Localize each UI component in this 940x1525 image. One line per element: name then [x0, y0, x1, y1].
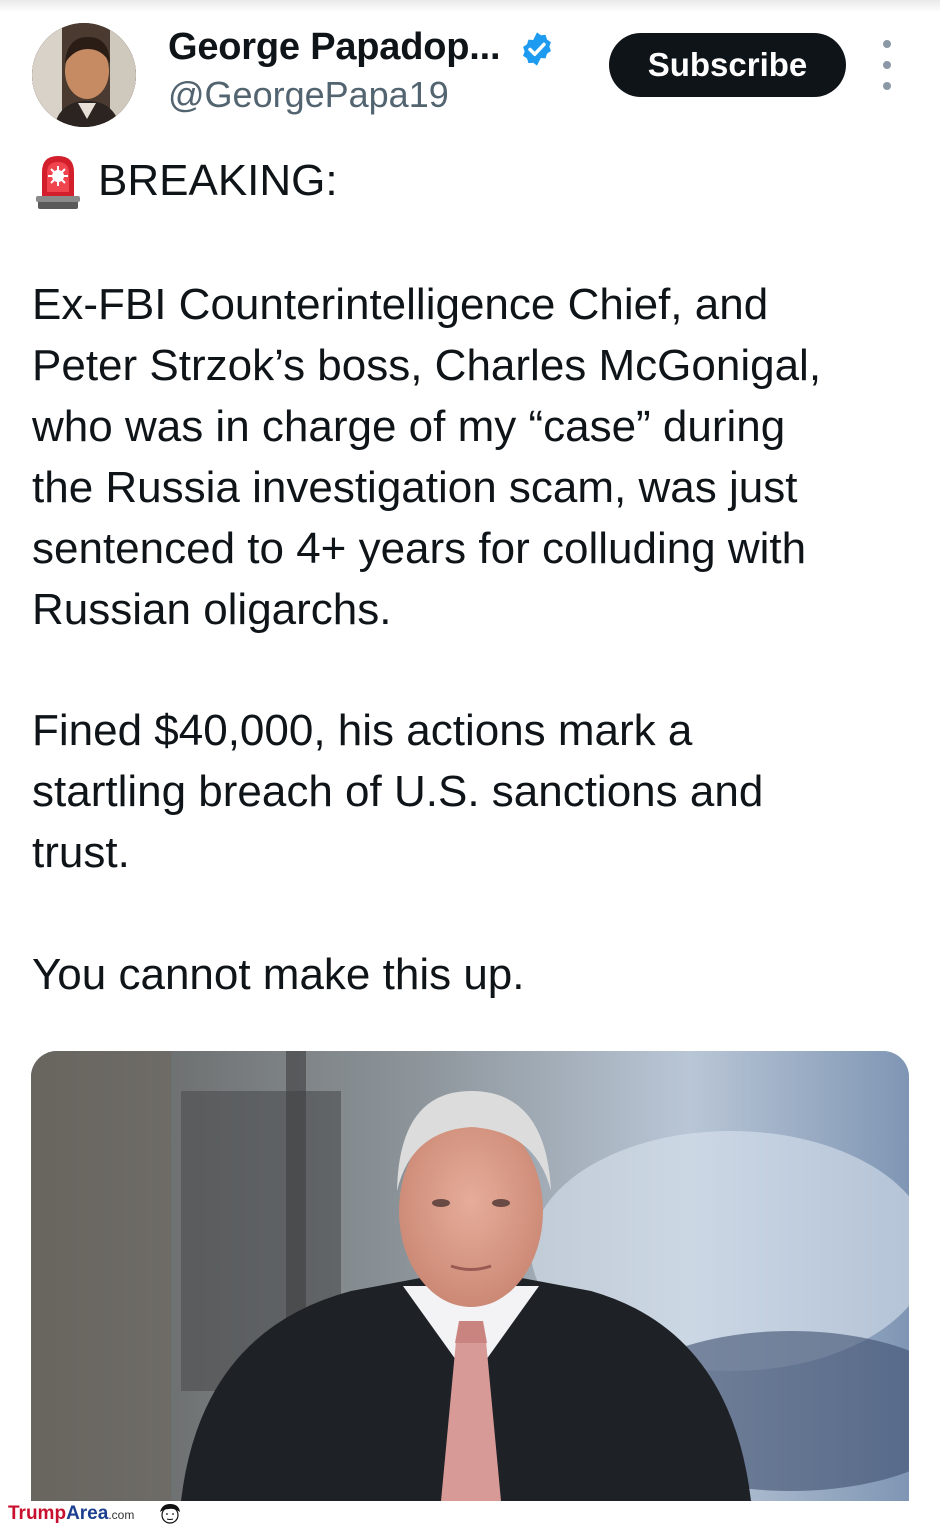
- police-siren-icon: [36, 156, 80, 209]
- more-dot: [883, 82, 891, 90]
- subscribe-button[interactable]: Subscribe: [609, 33, 846, 97]
- more-options-icon[interactable]: [870, 40, 904, 90]
- clipped-previous-line: [0, 0, 940, 12]
- tweet-paragraph: You cannot make this up.: [32, 950, 525, 999]
- site-watermark: TrumpArea.com: [8, 1502, 184, 1525]
- watermark-dotcom: .com: [108, 1507, 135, 1522]
- tweet-paragraph: Ex-FBI Counterintelligence Chief, and Pe…: [32, 280, 822, 634]
- watermark-area: Area: [66, 1502, 109, 1524]
- tweet-paragraph: Fined $40,000, his actions mark a startl…: [32, 706, 764, 877]
- verified-badge-icon: [523, 32, 551, 66]
- tweet-media-image[interactable]: [31, 1051, 909, 1501]
- watermark-trump: Trump: [8, 1502, 67, 1524]
- avatar[interactable]: [32, 23, 136, 127]
- user-handle[interactable]: @GeorgePapa19: [168, 74, 449, 116]
- breaking-label: BREAKING:: [98, 156, 338, 205]
- media-photo: [31, 1051, 909, 1501]
- caricature-logo-icon: [160, 1504, 181, 1524]
- more-dot: [883, 61, 891, 69]
- more-dot: [883, 40, 891, 48]
- display-name[interactable]: George Papadop...: [168, 26, 501, 69]
- watermark-text: TrumpArea.com: [8, 1503, 134, 1525]
- avatar-photo: [32, 23, 136, 127]
- breaking-line: BREAKING:: [32, 150, 338, 212]
